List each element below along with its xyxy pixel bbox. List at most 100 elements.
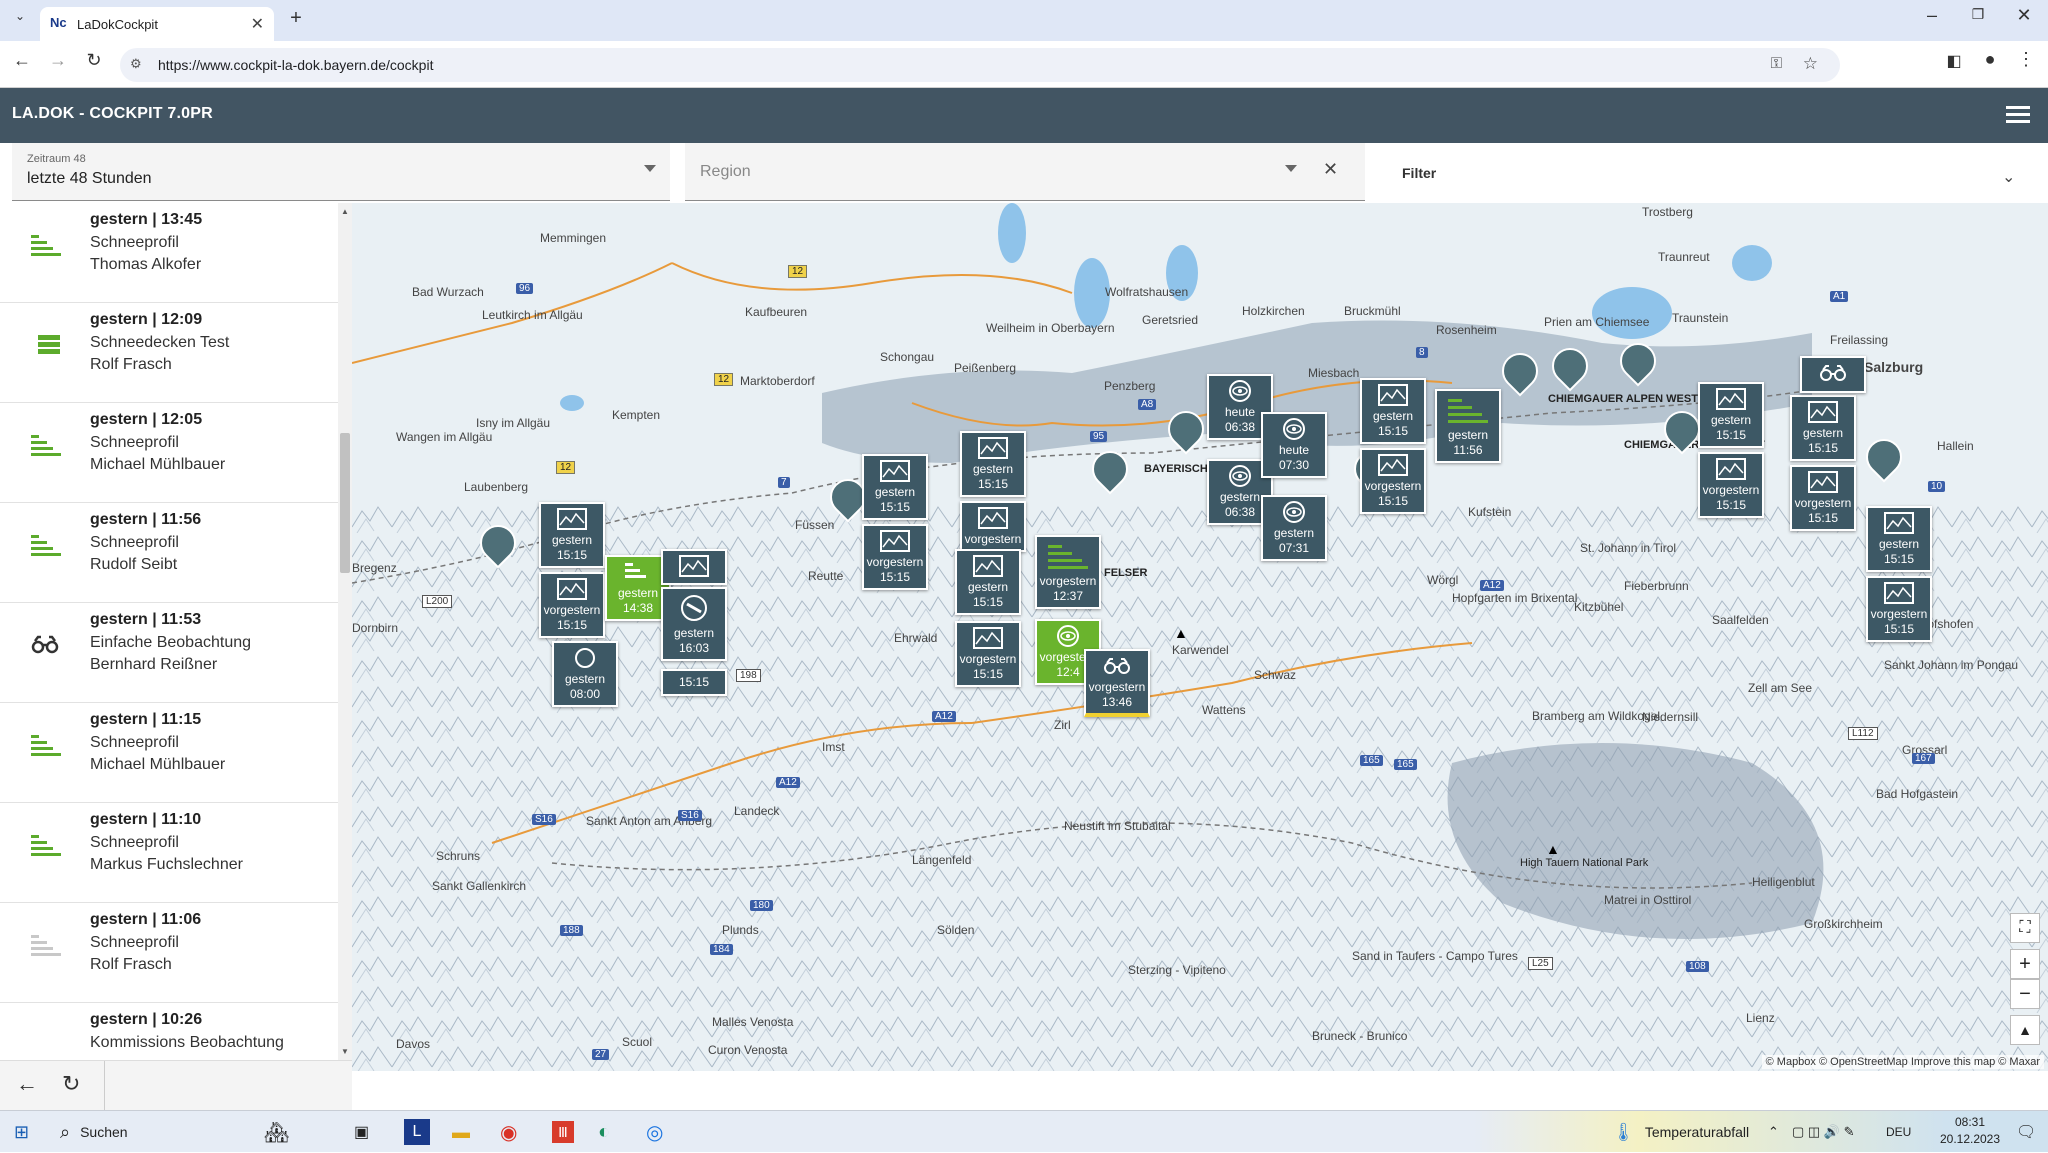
map-marker[interactable]: gestern 15:15 [1866, 506, 1932, 572]
list-item[interactable]: gestern | 11:56 Schneeprofil Rudolf Seib… [0, 503, 338, 603]
map-marker[interactable]: gestern 15:15 [955, 549, 1021, 615]
clock[interactable]: 08:31 20.12.2023 [1930, 1115, 2010, 1146]
map-marker[interactable]: gestern 16:03 [661, 587, 727, 661]
sidebar-toggle-icon[interactable]: ◧ [1940, 51, 1968, 71]
map-marker[interactable]: 15:15 [661, 669, 727, 696]
back-arrow-icon[interactable]: ← [16, 1071, 38, 1097]
app-red-icon[interactable]: Ⅲ [552, 1121, 574, 1143]
map-marker[interactable]: vorgestern 12:37 [1035, 535, 1101, 609]
chevron-down-icon[interactable] [644, 165, 656, 172]
taskbar-search[interactable]: ⌕ Suchen [60, 1111, 128, 1153]
chrome-icon[interactable]: ◉ [500, 1111, 517, 1153]
scroll-down-icon[interactable]: ▼ [341, 1047, 349, 1056]
map-marker[interactable]: gestern 15:15 [960, 431, 1026, 497]
map-attribution[interactable]: © Mapbox © OpenStreetMap Improve this ma… [1761, 1055, 2044, 1069]
list-item[interactable]: gestern | 12:05 Schneeprofil Michael Müh… [0, 403, 338, 503]
restore-icon[interactable]: ❐ [1964, 6, 1992, 23]
fullscreen-icon[interactable]: ⛶ [2010, 913, 2040, 943]
close-tab-icon[interactable]: ✕ [251, 14, 264, 34]
back-icon[interactable]: ← [8, 50, 36, 71]
profile-avatar-icon[interactable]: ● [1976, 49, 2004, 70]
map-marker[interactable]: gestern 15:15 [1790, 395, 1856, 461]
map-label: Großkirchheim [1804, 917, 1883, 931]
minimize-icon[interactable]: – [1918, 5, 1946, 26]
notifications-icon[interactable]: 🗨 [2016, 1111, 2036, 1153]
road-shield: 12 [788, 265, 808, 278]
list-item[interactable]: gestern | 13:45 Schneeprofil Thomas Alko… [0, 203, 338, 303]
browser-menu-icon[interactable]: ⋮ [2012, 49, 2040, 70]
map-label: Traunstein [1672, 311, 1729, 325]
map-label: Plunds [722, 923, 759, 937]
map-marker[interactable]: vorgestern 15:15 [1698, 452, 1764, 518]
clear-region-icon[interactable]: ✕ [1323, 159, 1338, 180]
list-item[interactable]: gestern | 12:09 Schneedecken Test Rolf F… [0, 303, 338, 403]
list-item[interactable]: gestern | 10:26 Kommissions Beobachtung [0, 1003, 338, 1060]
map-marker[interactable]: gestern 11:56 [1435, 389, 1501, 463]
village-widget-icon[interactable]: 🏘 [264, 1111, 289, 1153]
chevron-down-icon[interactable] [1285, 165, 1297, 172]
region-select[interactable]: Region ✕ [685, 143, 1365, 201]
tray-chevron-icon[interactable]: ⌃ [1768, 1111, 1779, 1153]
marker-time: 15:15 [556, 618, 588, 632]
task-view-icon[interactable]: ▣ [354, 1111, 369, 1153]
road-shield: 10 [1928, 481, 1946, 492]
map-marker[interactable]: vorgestern 13:46 [1084, 649, 1150, 717]
tab-list-icon[interactable]: ⌄ [6, 9, 34, 23]
weather-widget[interactable]: 🌡 Temperaturabfall [1612, 1111, 1749, 1153]
zoom-out-button[interactable]: − [2010, 979, 2040, 1009]
list-item[interactable]: gestern | 11:10 Schneeprofil Markus Fuch… [0, 803, 338, 903]
map-marker[interactable]: vorgestern [960, 501, 1026, 552]
password-key-icon[interactable]: ⚿ [1771, 55, 1782, 72]
map-marker[interactable]: gestern 15:15 [862, 454, 928, 520]
compass-reset-icon[interactable]: ▲ [2010, 1015, 2040, 1045]
map-marker[interactable]: gestern 15:15 [1698, 382, 1764, 448]
scroll-up-icon[interactable]: ▲ [341, 207, 349, 216]
map-marker[interactable] [1800, 356, 1866, 393]
map-marker[interactable]: gestern 15:15 [539, 502, 605, 568]
list-scrollbar[interactable]: ▲ ▼ [338, 203, 352, 1060]
edge-icon[interactable]: ◐ [598, 1111, 610, 1153]
map-marker[interactable]: vorgestern 15:15 [539, 572, 605, 638]
new-tab-icon[interactable]: + [282, 7, 310, 30]
forward-icon[interactable]: → [44, 50, 72, 71]
map-canvas[interactable]: Memmingen Bad Wurzach Leutkirch im Allgä… [352, 203, 2048, 1071]
ladok-app-icon[interactable]: L [404, 1119, 430, 1145]
item-time: gestern | 11:10 [90, 811, 202, 828]
zoom-in-button[interactable]: + [2010, 949, 2040, 979]
map-label: Füssen [795, 518, 835, 532]
url-field[interactable]: ⚙ https://www.cockpit-la-dok.bayern.de/c… [120, 48, 1840, 82]
map-marker[interactable]: vorgestern 15:15 [955, 621, 1021, 687]
system-tray-icons[interactable]: ▢ ◫ 🔊 ✎ [1792, 1111, 1854, 1153]
list-item[interactable]: gestern | 11:53 Einfache Beobachtung Ber… [0, 603, 338, 703]
file-explorer-icon[interactable]: ▬ [452, 1111, 470, 1153]
reload-icon[interactable]: ↻ [80, 50, 108, 71]
chevron-down-icon[interactable]: ⌄ [2002, 167, 2015, 187]
map-marker[interactable]: gestern 15:15 [1360, 378, 1426, 444]
browser-tab[interactable]: Nc LaDokCockpit ✕ [40, 7, 274, 41]
refresh-icon[interactable]: ↻ [62, 1071, 80, 1097]
map-marker[interactable]: vorgestern 15:15 [1360, 448, 1426, 514]
app-blue-icon[interactable]: ◎ [646, 1111, 663, 1153]
language-indicator[interactable]: DEU [1886, 1111, 1911, 1153]
hamburger-menu-icon[interactable] [2006, 102, 2030, 126]
map-marker[interactable]: gestern 08:00 [552, 641, 618, 707]
thermometer-icon: 🌡 [1612, 1121, 1635, 1142]
map-marker[interactable]: vorgestern 15:15 [862, 524, 928, 590]
windows-start-icon[interactable]: ⊞ [14, 1111, 29, 1153]
filter-toggle[interactable]: Filter [1402, 165, 1436, 181]
site-info-icon[interactable]: ⚙ [130, 56, 142, 72]
map-marker[interactable]: gestern 07:31 [1261, 495, 1327, 561]
bookmark-star-icon[interactable]: ☆ [1803, 54, 1818, 74]
map-label: Schongau [880, 350, 935, 364]
road-shield: 165 [1394, 759, 1417, 770]
map-marker[interactable] [661, 549, 727, 585]
map-marker[interactable]: vorgestern 15:15 [1790, 465, 1856, 531]
close-window-icon[interactable]: ✕ [2010, 5, 2038, 26]
list-item[interactable]: gestern | 11:15 Schneeprofil Michael Müh… [0, 703, 338, 803]
list-item[interactable]: gestern | 11:06 Schneeprofil Rolf Frasch [0, 903, 338, 1003]
map-marker[interactable]: vorgestern 15:15 [1866, 576, 1932, 642]
scroll-thumb[interactable] [340, 433, 350, 573]
map-marker[interactable]: heute 07:30 [1261, 412, 1327, 478]
eye-icon [1229, 380, 1251, 402]
zeitraum-select[interactable]: Zeitraum 48 letzte 48 Stunden [12, 143, 670, 201]
